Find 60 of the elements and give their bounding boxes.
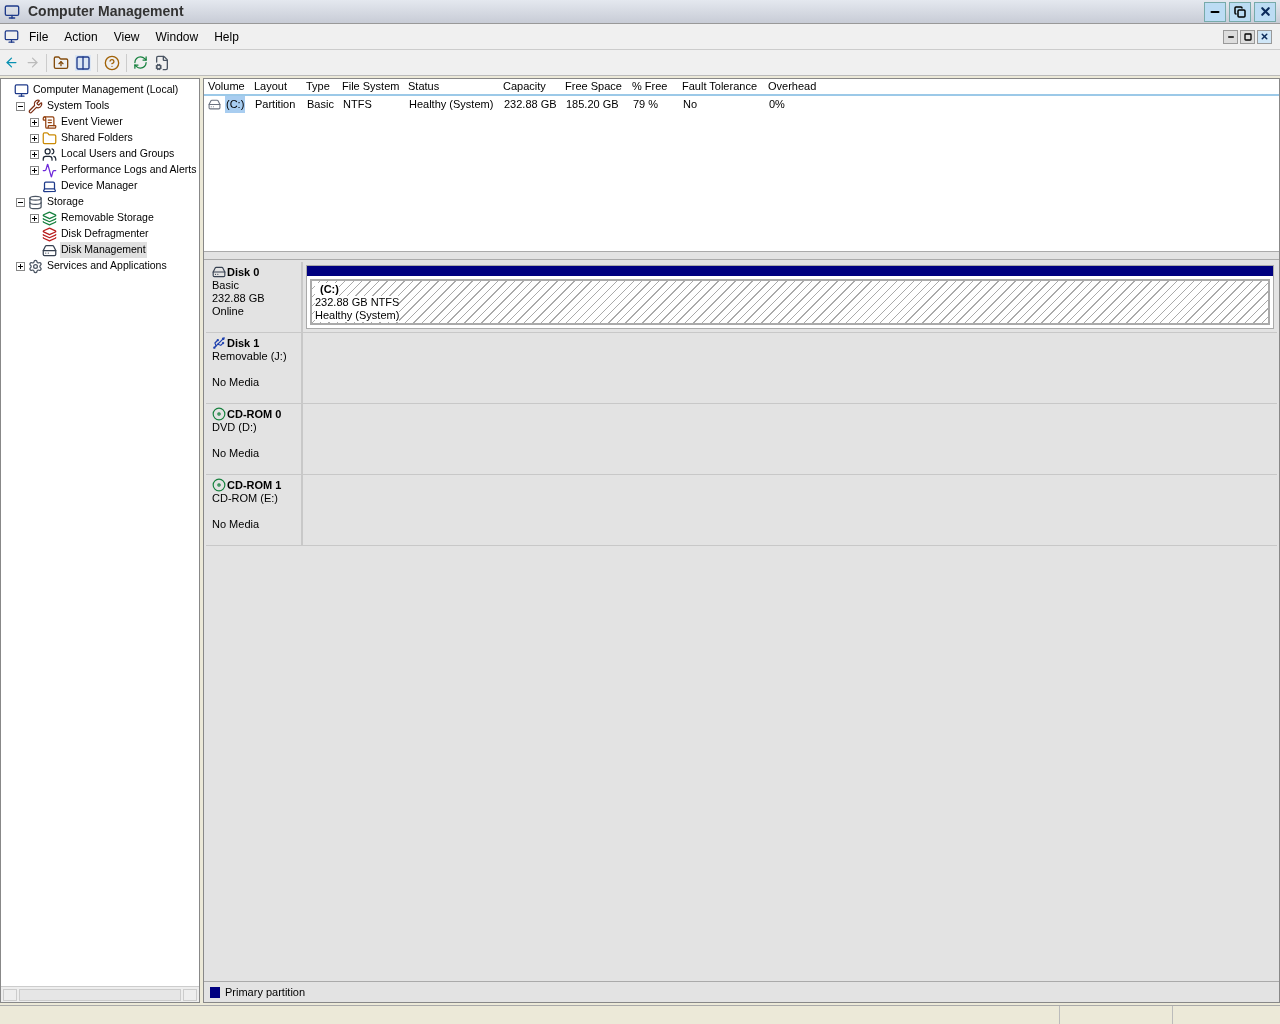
menu-item[interactable]: Action [58, 27, 104, 46]
menu-item[interactable]: File [23, 27, 55, 46]
column-header[interactable]: Capacity [499, 78, 561, 95]
tree-item[interactable]: Storage [46, 194, 85, 210]
menu-item[interactable]: Window [149, 27, 205, 46]
table-cell-text: Healthy (System) [408, 97, 495, 113]
table-cell-text: 79 % [632, 97, 660, 113]
tree-item[interactable]: Performance Logs and Alerts [60, 162, 198, 178]
disk-type: DVD (D:) [212, 421, 258, 434]
tree-item[interactable]: Local Users and Groups [60, 146, 176, 162]
tree-item[interactable]: Device Manager [60, 178, 139, 194]
table-cell-text: 0% [768, 97, 786, 113]
disk-label-panel[interactable]: CD-ROM 1 CD-ROM (E:) No Media [206, 475, 303, 545]
disk-type: Removable (J:) [212, 350, 288, 363]
table-cell-text: Partition [254, 97, 297, 113]
partition-status: Healthy (System) [315, 309, 400, 322]
menu-item[interactable]: View [107, 27, 146, 46]
column-header[interactable]: Type [302, 78, 338, 95]
column-header[interactable]: % Free [628, 78, 678, 95]
column-header[interactable]: Status [404, 78, 499, 95]
disk-status: No Media [212, 447, 261, 460]
column-header[interactable]: File System [338, 78, 404, 95]
disk-size: 232.88 GB [212, 292, 266, 305]
tree-item[interactable]: Computer Management (Local) [32, 82, 180, 98]
tree-item[interactable]: Disk Management [60, 242, 147, 258]
legend-label: Primary partition [225, 984, 306, 1000]
tree-item[interactable]: Event Viewer [60, 114, 124, 130]
partition-label: (C:) [315, 283, 339, 296]
menu-item[interactable]: Help [208, 27, 245, 46]
column-header[interactable]: Free Space [561, 78, 628, 95]
disk-name: CD-ROM 1 [227, 478, 282, 492]
window-title: Computer Management [28, 2, 184, 21]
disk-status: No Media [212, 376, 261, 389]
table-cell[interactable]: (C:) [225, 96, 246, 113]
disk-name: Disk 0 [227, 265, 260, 279]
tree-item[interactable]: Services and Applications [46, 258, 168, 274]
table-cell-text: No [682, 97, 699, 113]
table-cell-text: NTFS [342, 97, 373, 113]
disk-status: Online [212, 305, 245, 318]
column-header[interactable]: Overhead [764, 78, 824, 95]
disk-name: Disk 1 [227, 336, 260, 350]
disk-type: Basic [212, 279, 240, 292]
disk-label-panel[interactable]: CD-ROM 0 DVD (D:) No Media [206, 404, 303, 474]
table-cell-text: 232.88 GB [503, 97, 558, 113]
tree-item[interactable]: Shared Folders [60, 130, 134, 146]
disk-status: No Media [212, 518, 261, 531]
tree-item[interactable]: Removable Storage [60, 210, 155, 226]
disk-label-panel[interactable]: Disk 0 Basic 232.88 GB Online [206, 262, 303, 332]
disk-type: CD-ROM (E:) [212, 492, 279, 505]
column-header[interactable]: Fault Tolerance [678, 78, 764, 95]
partition-block[interactable]: (C:) 232.88 GB NTFS Healthy (System) [306, 265, 1274, 329]
disk-name: CD-ROM 0 [227, 407, 282, 421]
tree-item[interactable]: Disk Defragmenter [60, 226, 150, 242]
disk-label-panel[interactable]: Disk 1 Removable (J:) No Media [206, 333, 303, 403]
tree-item[interactable]: System Tools [46, 98, 111, 114]
column-header[interactable]: Volume [204, 78, 250, 95]
table-cell-text: Basic [306, 97, 335, 113]
table-cell-text: 185.20 GB [565, 97, 620, 113]
partition-size: 232.88 GB NTFS [315, 296, 400, 309]
column-header[interactable]: Layout [250, 78, 302, 95]
